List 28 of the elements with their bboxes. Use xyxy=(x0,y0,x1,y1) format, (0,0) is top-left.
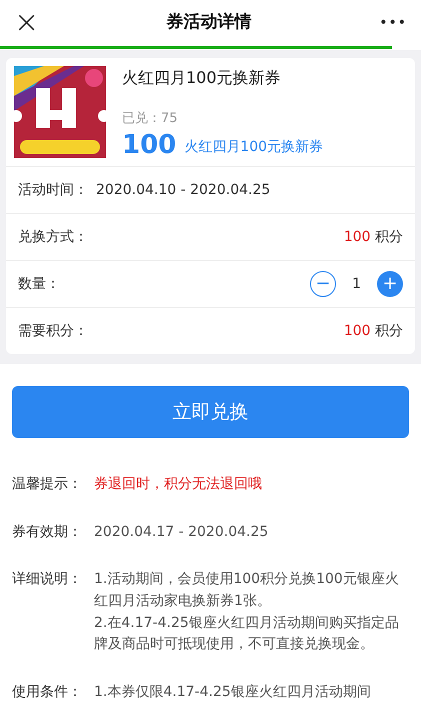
note-text: 1.本券仅限4.17-4.25银座火红四月活动期间 xyxy=(94,683,371,702)
close-button[interactable]: × xyxy=(14,8,40,38)
row-label: 兑换方式： xyxy=(18,228,88,246)
note-label: 温馨提示： xyxy=(12,475,83,494)
redeem-button[interactable]: 立即兑换 xyxy=(12,386,409,438)
quantity-value: 1 xyxy=(352,274,361,294)
note-label: 详细说明： xyxy=(12,570,83,590)
plus-button[interactable]: + xyxy=(377,271,403,297)
price-value: 100 xyxy=(122,132,176,158)
redeemed-label: 已兑： xyxy=(122,110,161,126)
page-title: 券活动详情 xyxy=(166,11,252,34)
note-text: 2.在4.17-4.25银座火红四月活动期间购买指定品牌及商品时可抵现使用，不可直接兑换现金。 xyxy=(94,614,400,654)
coupon-title: 火红四月100元换新券 xyxy=(122,67,282,89)
points-value: 100 积分 xyxy=(344,322,403,340)
note-text: 2020.04.17 - 2020.04.25 xyxy=(94,522,268,542)
more-button[interactable]: ••• xyxy=(379,12,407,34)
note-text: 券退回时，积分无法退回哦 xyxy=(94,475,262,494)
redeemed-count: 75 xyxy=(161,110,178,126)
note-label: 使用条件： xyxy=(12,683,83,702)
points-value: 100 积分 xyxy=(344,228,403,246)
minus-button[interactable]: − xyxy=(310,271,336,297)
row-value: 2020.04.10 - 2020.04.25 xyxy=(96,180,270,200)
row-label: 需要积分： xyxy=(18,322,88,340)
note-label: 券有效期： xyxy=(12,522,83,542)
price-note: 火红四月100元换新券 xyxy=(184,138,324,157)
row-label: 活动时间： xyxy=(18,180,88,200)
note-text: 1.活动期间，会员使用100积分兑换100元银座火红四月活动家电换新券1张。 xyxy=(94,570,400,612)
row-label: 数量： xyxy=(18,274,60,294)
